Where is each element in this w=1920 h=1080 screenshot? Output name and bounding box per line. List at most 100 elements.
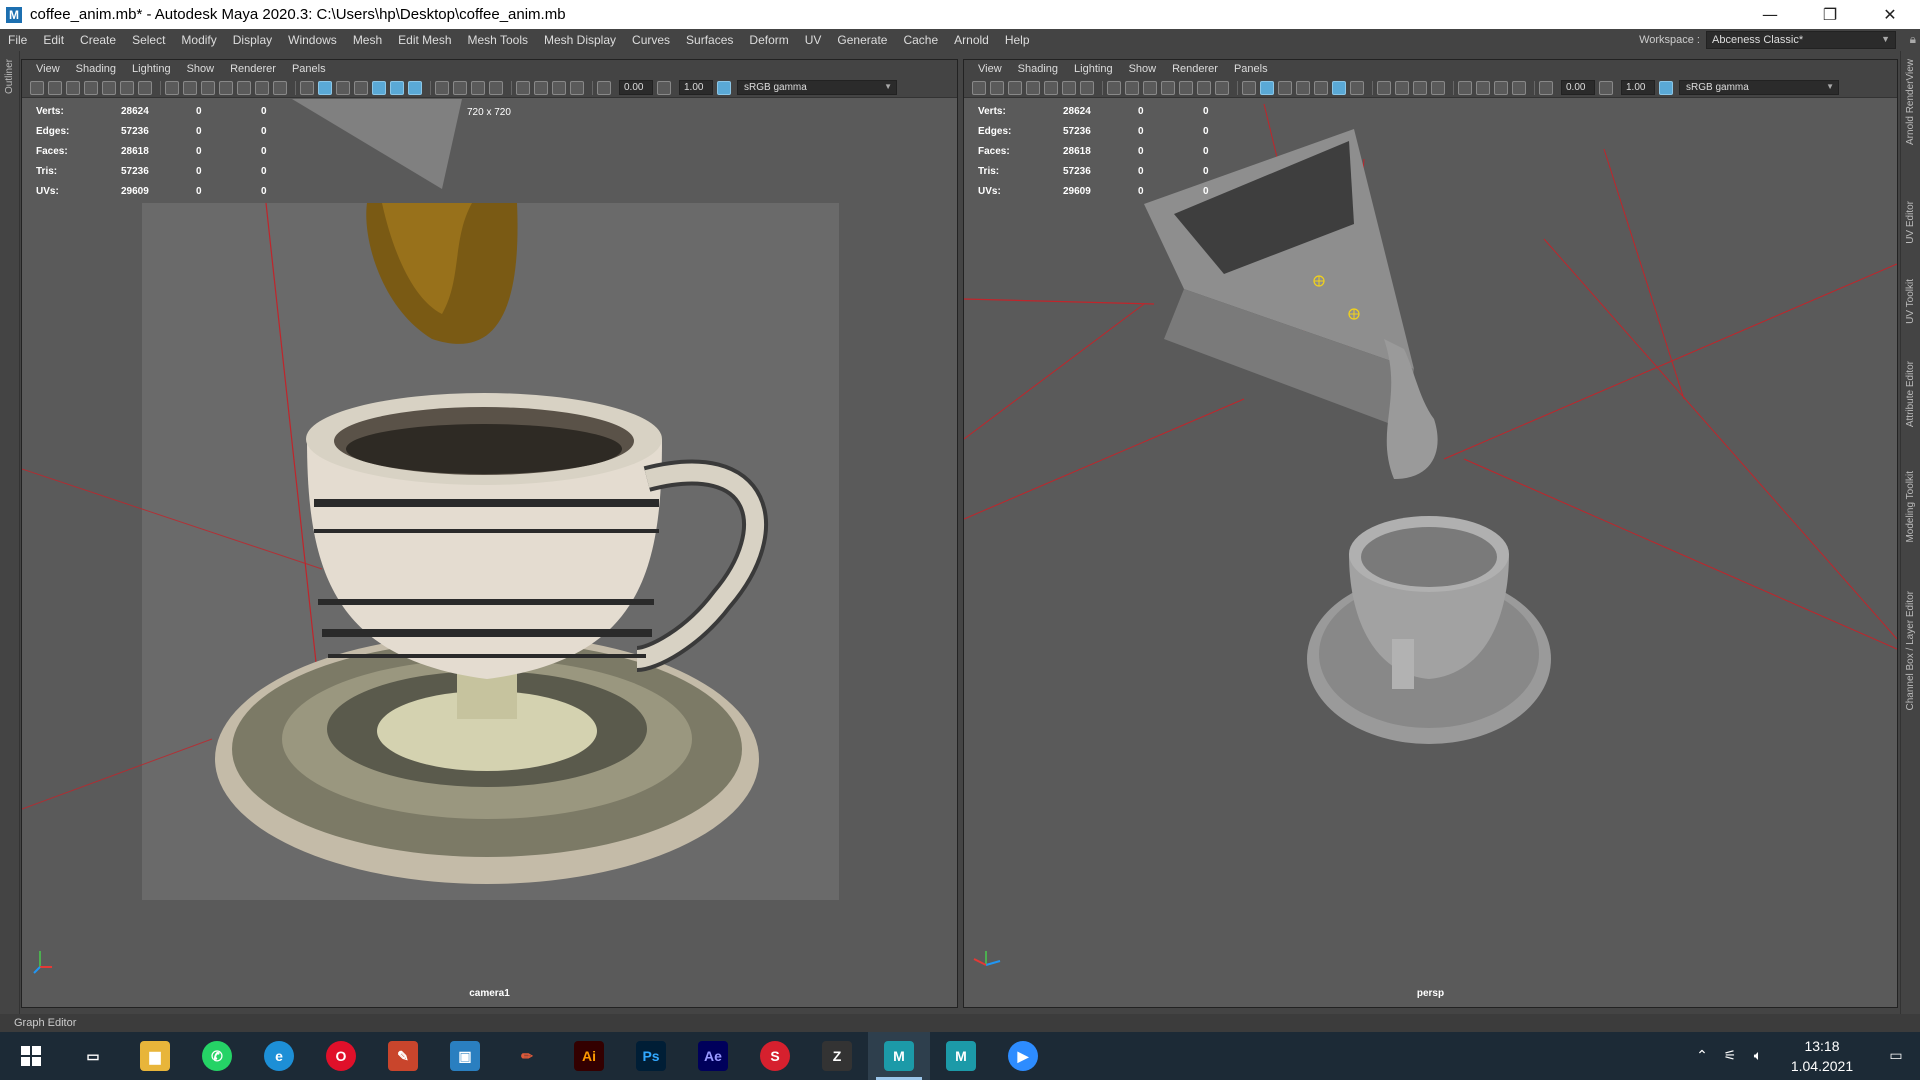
menu-windows[interactable]: Windows <box>280 33 345 47</box>
close-button[interactable]: ✕ <box>1860 0 1920 29</box>
taskbar-pencil[interactable]: ✏ <box>496 1032 558 1080</box>
menu-generate[interactable]: Generate <box>829 33 895 47</box>
taskbar-after-effects[interactable]: Ae <box>682 1032 744 1080</box>
menu-display[interactable]: Display <box>225 33 280 47</box>
anti-aliasing-icon[interactable] <box>1413 80 1427 95</box>
wireframe-icon[interactable] <box>300 80 314 95</box>
isolate-select-icon[interactable] <box>1458 80 1472 95</box>
taskbar-maya-2[interactable]: M <box>930 1032 992 1080</box>
default-material-icon[interactable] <box>1278 80 1292 95</box>
xray-joints-icon[interactable] <box>570 80 584 95</box>
image-plane-icon[interactable] <box>1044 80 1058 95</box>
safe-action-icon[interactable] <box>1197 80 1211 95</box>
tab-arnold-renderview[interactable]: Arnold RenderView <box>1905 59 1916 145</box>
xray-active-icon[interactable] <box>1494 80 1508 95</box>
safe-title-icon[interactable] <box>1215 80 1229 95</box>
exposure-icon[interactable] <box>597 80 611 95</box>
xray-icon[interactable] <box>1476 80 1490 95</box>
anti-aliasing-icon[interactable] <box>471 80 485 95</box>
taskbar-zoom[interactable]: ▶ <box>992 1032 1054 1080</box>
use-lights-icon[interactable] <box>390 80 404 95</box>
exposure-field[interactable]: 0.00 <box>1561 80 1595 95</box>
tab-attribute-editor[interactable]: Attribute Editor <box>1905 361 1916 427</box>
tab-uv-editor[interactable]: UV Editor <box>1905 201 1916 244</box>
taskbar-whatsapp[interactable]: ✆ <box>186 1032 248 1080</box>
taskbar-zbrush[interactable]: Z <box>806 1032 868 1080</box>
color-management-icon[interactable] <box>1659 80 1673 95</box>
workspace-select[interactable]: Abceness Classic* ▼ <box>1706 31 1896 49</box>
motion-blur-icon[interactable] <box>453 80 467 95</box>
restore-button[interactable]: ❐ <box>1800 0 1860 29</box>
taskbar-opera[interactable]: O <box>310 1032 372 1080</box>
ambient-occlusion-icon[interactable] <box>1377 80 1391 95</box>
camera-icon[interactable] <box>972 80 986 95</box>
taskbar-notes[interactable]: ▣ <box>434 1032 496 1080</box>
menu-mesh[interactable]: Mesh <box>345 33 390 47</box>
menu-arnold[interactable]: Arnold <box>946 33 997 47</box>
wifi-icon[interactable]: ⚟ <box>1716 1048 1744 1064</box>
taskbar-edge[interactable]: e <box>248 1032 310 1080</box>
menu-edit[interactable]: Edit <box>35 33 72 47</box>
gate-mask-icon[interactable] <box>219 80 233 95</box>
bookmark-icon[interactable] <box>1026 80 1040 95</box>
panel-menu-panels[interactable]: Panels <box>1226 63 1276 75</box>
panel-menu-renderer[interactable]: Renderer <box>222 63 284 75</box>
menu-mesh-tools[interactable]: Mesh Tools <box>460 33 536 47</box>
taskbar-illustrator[interactable]: Ai <box>558 1032 620 1080</box>
xray-icon[interactable] <box>534 80 548 95</box>
menu-uv[interactable]: UV <box>797 33 830 47</box>
camera-attrs-icon[interactable] <box>1008 80 1022 95</box>
view-transform-select[interactable]: sRGB gamma ▼ <box>1679 80 1839 95</box>
menu-help[interactable]: Help <box>997 33 1038 47</box>
lock-camera-icon[interactable] <box>990 80 1004 95</box>
depth-of-field-icon[interactable] <box>1431 80 1445 95</box>
minimize-button[interactable]: — <box>1740 0 1800 29</box>
tab-modeling-toolkit[interactable]: Modeling Toolkit <box>1905 471 1916 543</box>
panel-menu-lighting[interactable]: Lighting <box>124 63 179 75</box>
panel-menu-renderer[interactable]: Renderer <box>1164 63 1226 75</box>
menu-deform[interactable]: Deform <box>741 33 796 47</box>
wireframe-on-shaded-icon[interactable] <box>1296 80 1310 95</box>
graph-editor-tab[interactable]: Graph Editor <box>0 1014 1920 1032</box>
safe-action-icon[interactable] <box>255 80 269 95</box>
resolution-gate-icon[interactable] <box>201 80 215 95</box>
panel-menu-shading[interactable]: Shading <box>1010 63 1066 75</box>
default-material-icon[interactable] <box>336 80 350 95</box>
start-button[interactable] <box>0 1032 62 1080</box>
wireframe-on-shaded-icon[interactable] <box>354 80 368 95</box>
motion-blur-icon[interactable] <box>1395 80 1409 95</box>
clock[interactable]: 13:18 1.04.2021 <box>1772 1036 1872 1076</box>
field-chart-icon[interactable] <box>237 80 251 95</box>
textured-icon[interactable] <box>1314 80 1328 95</box>
menu-surfaces[interactable]: Surfaces <box>678 33 741 47</box>
xray-joints-icon[interactable] <box>1512 80 1526 95</box>
view-transform-select[interactable]: sRGB gamma ▼ <box>737 80 897 95</box>
tab-channel-box[interactable]: Channel Box / Layer Editor <box>1905 591 1916 711</box>
xray-active-icon[interactable] <box>552 80 566 95</box>
shadows-icon[interactable] <box>1350 80 1364 95</box>
speaker-icon[interactable]: 🔈︎ <box>1744 1048 1772 1064</box>
panel-menu-shading[interactable]: Shading <box>68 63 124 75</box>
panel-menu-show[interactable]: Show <box>1121 63 1165 75</box>
depth-of-field-icon[interactable] <box>489 80 503 95</box>
exposure-icon[interactable] <box>1539 80 1553 95</box>
gate-mask-icon[interactable] <box>1161 80 1175 95</box>
use-lights-icon[interactable] <box>1332 80 1346 95</box>
ambient-occlusion-icon[interactable] <box>435 80 449 95</box>
2d-pan-icon[interactable] <box>1062 80 1076 95</box>
panel-menu-view[interactable]: View <box>970 63 1010 75</box>
panel-menu-lighting[interactable]: Lighting <box>1066 63 1121 75</box>
notification-icon[interactable]: ▭ <box>1872 1048 1920 1064</box>
menu-select[interactable]: Select <box>124 33 173 47</box>
field-chart-icon[interactable] <box>1179 80 1193 95</box>
menu-edit-mesh[interactable]: Edit Mesh <box>390 33 459 47</box>
menu-modify[interactable]: Modify <box>173 33 224 47</box>
2d-pan-icon[interactable] <box>120 80 134 95</box>
camera-attrs-icon[interactable] <box>66 80 80 95</box>
grease-pencil-icon[interactable] <box>1080 80 1094 95</box>
lock-icon[interactable]: 🔒︎ <box>1910 32 1916 47</box>
menu-file[interactable]: File <box>0 33 35 47</box>
tab-uv-toolkit[interactable]: UV Toolkit <box>1905 279 1916 324</box>
viewport-persp[interactable]: Verts: 28624 0 0 Edges: 57236 0 0 Faces: 28618 0… <box>964 99 1897 1007</box>
film-gate-icon[interactable] <box>1125 80 1139 95</box>
